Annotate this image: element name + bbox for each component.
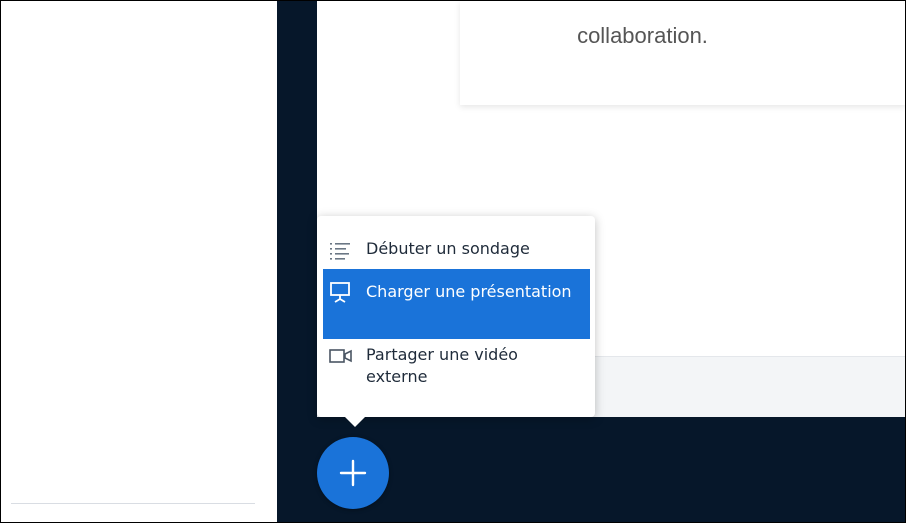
divider	[11, 503, 255, 504]
presentation-icon	[329, 281, 351, 303]
menu-item-label: Charger une présentation	[366, 282, 572, 301]
slide-text: collaboration.	[577, 23, 708, 48]
menu-item-label: Partager une vidéo externe	[366, 345, 518, 386]
plus-icon	[339, 459, 367, 487]
poll-list-icon	[329, 241, 351, 261]
video-camera-icon	[329, 348, 352, 368]
actions-button[interactable]	[317, 437, 389, 509]
left-panel	[1, 1, 277, 522]
menu-pointer	[343, 415, 367, 427]
actions-menu: Débuter un sondage Charger une présentat…	[317, 216, 595, 417]
slide-card: collaboration.	[460, 1, 905, 105]
menu-item-start-poll[interactable]: Débuter un sondage	[323, 238, 590, 266]
menu-item-upload-presentation[interactable]: Charger une présentation	[323, 269, 590, 339]
menu-item-label: Débuter un sondage	[366, 239, 530, 258]
menu-item-share-external-video[interactable]: Partager une vidéo externe	[323, 344, 590, 404]
